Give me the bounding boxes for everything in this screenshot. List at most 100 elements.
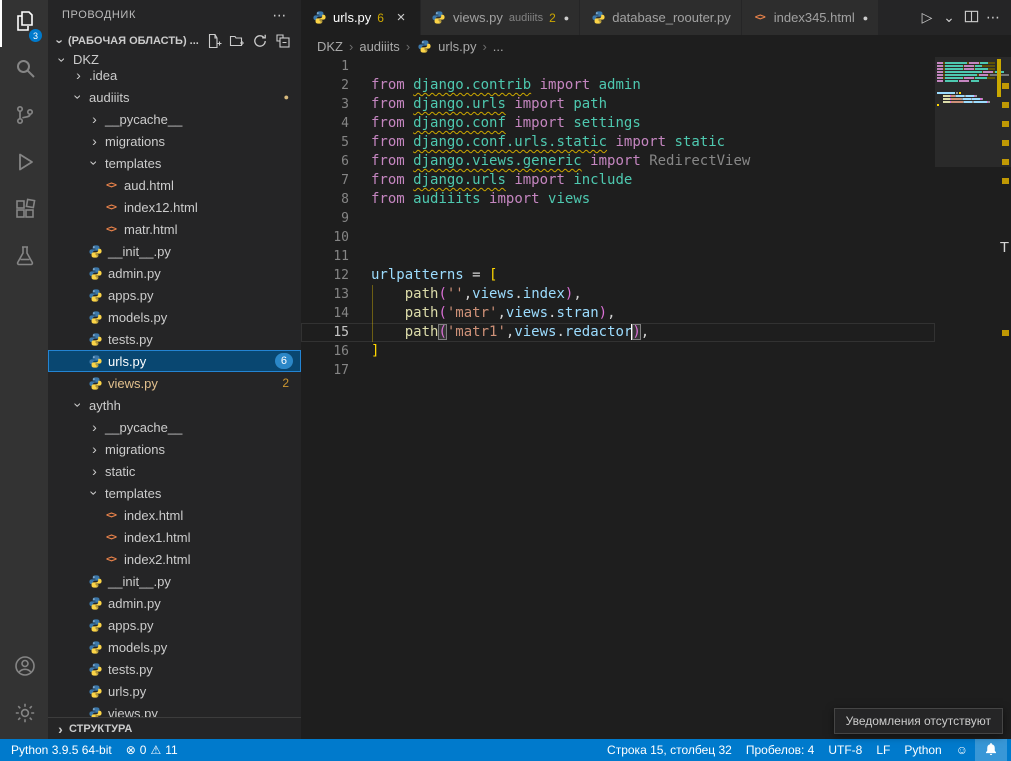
- modified-dot-icon[interactable]: ●: [863, 13, 868, 23]
- settings-gear-icon[interactable]: [0, 692, 48, 739]
- tab-database-roouter-py[interactable]: database_roouter.py: [580, 0, 742, 35]
- tree-item-index1.html[interactable]: <>index1.html: [48, 526, 301, 548]
- tree-item-urls.py[interactable]: urls.py6: [48, 350, 301, 372]
- code-line-8[interactable]: 8from audiiits import views: [301, 190, 935, 209]
- sidebar-more-icon[interactable]: ⋯: [272, 7, 287, 24]
- overview-warning-mark: [1002, 178, 1009, 184]
- tree-item-index12.html[interactable]: <>index12.html: [48, 196, 301, 218]
- accounts-icon[interactable]: [0, 645, 48, 692]
- editor-area: urls.py 6 × views.py audiiits 2 ● databa…: [301, 0, 1011, 739]
- code-line-9[interactable]: 9: [301, 209, 935, 228]
- tree-item-audiiits[interactable]: ›audiiits●: [48, 86, 301, 108]
- tree-item-views.py[interactable]: views.py: [48, 702, 301, 717]
- breadcrumb-item[interactable]: DKZ: [317, 39, 343, 54]
- minimap-line: [937, 101, 995, 103]
- tab-views-py[interactable]: views.py audiiits 2 ●: [421, 0, 580, 35]
- python-interpreter[interactable]: Python 3.9.5 64-bit: [4, 739, 119, 761]
- tree-item-templates[interactable]: ›templates: [48, 152, 301, 174]
- tree-item-index.html[interactable]: <>index.html: [48, 504, 301, 526]
- tree-item-apps.py[interactable]: apps.py: [48, 284, 301, 306]
- tree-item-tests.py[interactable]: tests.py: [48, 328, 301, 350]
- code-line-14[interactable]: 14 path('matr',views.stran),: [301, 304, 935, 323]
- breadcrumb-item[interactable]: audiiits: [359, 39, 399, 54]
- more-actions-icon[interactable]: ⋯: [983, 7, 1003, 29]
- tree-item-apps.py[interactable]: apps.py: [48, 614, 301, 636]
- tree-item-__pycache__[interactable]: ›__pycache__: [48, 108, 301, 130]
- code-line-15[interactable]: 15 path('matr1',views.redactor),: [301, 323, 935, 342]
- python-file-icon: [86, 375, 104, 391]
- code-line-3[interactable]: 3from django.urls import path: [301, 95, 935, 114]
- tree-item-admin.py[interactable]: admin.py: [48, 262, 301, 284]
- code-line-5[interactable]: 5from django.conf.urls.static import sta…: [301, 133, 935, 152]
- sidebar-title: ПРОВОДНИК: [62, 9, 136, 21]
- python-file-icon: [590, 10, 606, 26]
- code-line-4[interactable]: 4from django.conf import settings: [301, 114, 935, 133]
- close-icon[interactable]: ×: [392, 9, 410, 26]
- code-line-13[interactable]: 13 path('',views.index),: [301, 285, 935, 304]
- tree-item-migrations[interactable]: ›migrations: [48, 130, 301, 152]
- tree-item-templates[interactable]: ›templates: [48, 482, 301, 504]
- cursor-position[interactable]: Строка 15, столбец 32: [600, 739, 739, 761]
- code-line-11[interactable]: 11: [301, 247, 935, 266]
- tree-item-DKZ[interactable]: ›DKZ: [48, 52, 301, 64]
- tree-item-__init__.py[interactable]: __init__.py: [48, 240, 301, 262]
- tree-item-label: admin.py: [106, 596, 161, 611]
- code-line-2[interactable]: 2from django.contrib import admin: [301, 76, 935, 95]
- refresh-icon[interactable]: [250, 31, 270, 51]
- new-file-icon[interactable]: [204, 31, 224, 51]
- tree-item-label: apps.py: [106, 288, 154, 303]
- tree-item-static[interactable]: ›static: [48, 460, 301, 482]
- tree-item-models.py[interactable]: models.py: [48, 636, 301, 658]
- outline-section-header[interactable]: › СТРУКТУРА: [48, 717, 301, 739]
- code-line-17[interactable]: 17: [301, 361, 935, 380]
- code-line-6[interactable]: 6from django.views.generic import Redire…: [301, 152, 935, 171]
- run-dropdown-icon[interactable]: ⌄: [939, 7, 959, 29]
- line-number: 14: [301, 304, 371, 323]
- tree-item-aythh[interactable]: ›aythh: [48, 394, 301, 416]
- extensions-icon[interactable]: [0, 188, 48, 235]
- eol-indicator[interactable]: LF: [869, 739, 897, 761]
- minimap[interactable]: [937, 59, 995, 110]
- notification-toast[interactable]: Уведомления отсутствуют: [834, 708, 1003, 734]
- tab-index345-html[interactable]: <> index345.html ●: [742, 0, 879, 35]
- code-line-10[interactable]: 10: [301, 228, 935, 247]
- overview-warning-mark: [1002, 140, 1009, 146]
- feedback-icon[interactable]: ☺: [949, 739, 975, 761]
- tree-item-admin.py[interactable]: admin.py: [48, 592, 301, 614]
- collapse-all-icon[interactable]: [273, 31, 293, 51]
- language-mode[interactable]: Python: [897, 739, 948, 761]
- tree-item-urls.py[interactable]: urls.py: [48, 680, 301, 702]
- tree-item-__pycache__[interactable]: ›__pycache__: [48, 416, 301, 438]
- indentation[interactable]: Пробелов: 4: [739, 739, 822, 761]
- code-line-12[interactable]: 12urlpatterns = [: [301, 266, 935, 285]
- code-line-7[interactable]: 7from django.urls import include: [301, 171, 935, 190]
- workspace-section-header[interactable]: › (РАБОЧАЯ ОБЛАСТЬ) ...: [48, 30, 301, 52]
- modified-dot-icon[interactable]: ●: [564, 13, 569, 23]
- split-editor-icon[interactable]: [961, 7, 981, 29]
- code-line-16[interactable]: 16]: [301, 342, 935, 361]
- tree-item-index2.html[interactable]: <>index2.html: [48, 548, 301, 570]
- tree-item-aud.html[interactable]: <>aud.html: [48, 174, 301, 196]
- tree-item-tests.py[interactable]: tests.py: [48, 658, 301, 680]
- tree-item-matr.html[interactable]: <>matr.html: [48, 218, 301, 240]
- tree-item-__init__.py[interactable]: __init__.py: [48, 570, 301, 592]
- run-python-file-button[interactable]: ▷: [917, 7, 937, 29]
- tree-item-models.py[interactable]: models.py: [48, 306, 301, 328]
- explorer-icon[interactable]: 3: [0, 0, 48, 47]
- notifications-bell-icon[interactable]: [975, 739, 1007, 761]
- testing-icon[interactable]: [0, 235, 48, 282]
- encoding[interactable]: UTF-8: [821, 739, 869, 761]
- tree-item-.idea[interactable]: ›.idea: [48, 64, 301, 86]
- search-icon[interactable]: [0, 47, 48, 94]
- new-folder-icon[interactable]: [227, 31, 247, 51]
- run-debug-icon[interactable]: [0, 141, 48, 188]
- tree-item-migrations[interactable]: ›migrations: [48, 438, 301, 460]
- tree-item-views.py[interactable]: views.py2: [48, 372, 301, 394]
- problems-indicator[interactable]: ⊗ 0 ⚠ 11: [119, 739, 185, 761]
- breadcrumb-item[interactable]: ...: [493, 39, 504, 54]
- source-control-icon[interactable]: [0, 94, 48, 141]
- code-line-1[interactable]: 1: [301, 57, 935, 76]
- tab-urls-py[interactable]: urls.py 6 ×: [301, 0, 421, 35]
- breadcrumb-item[interactable]: urls.py: [438, 39, 476, 54]
- code-editor[interactable]: 12from django.contrib import admin3from …: [301, 57, 1011, 739]
